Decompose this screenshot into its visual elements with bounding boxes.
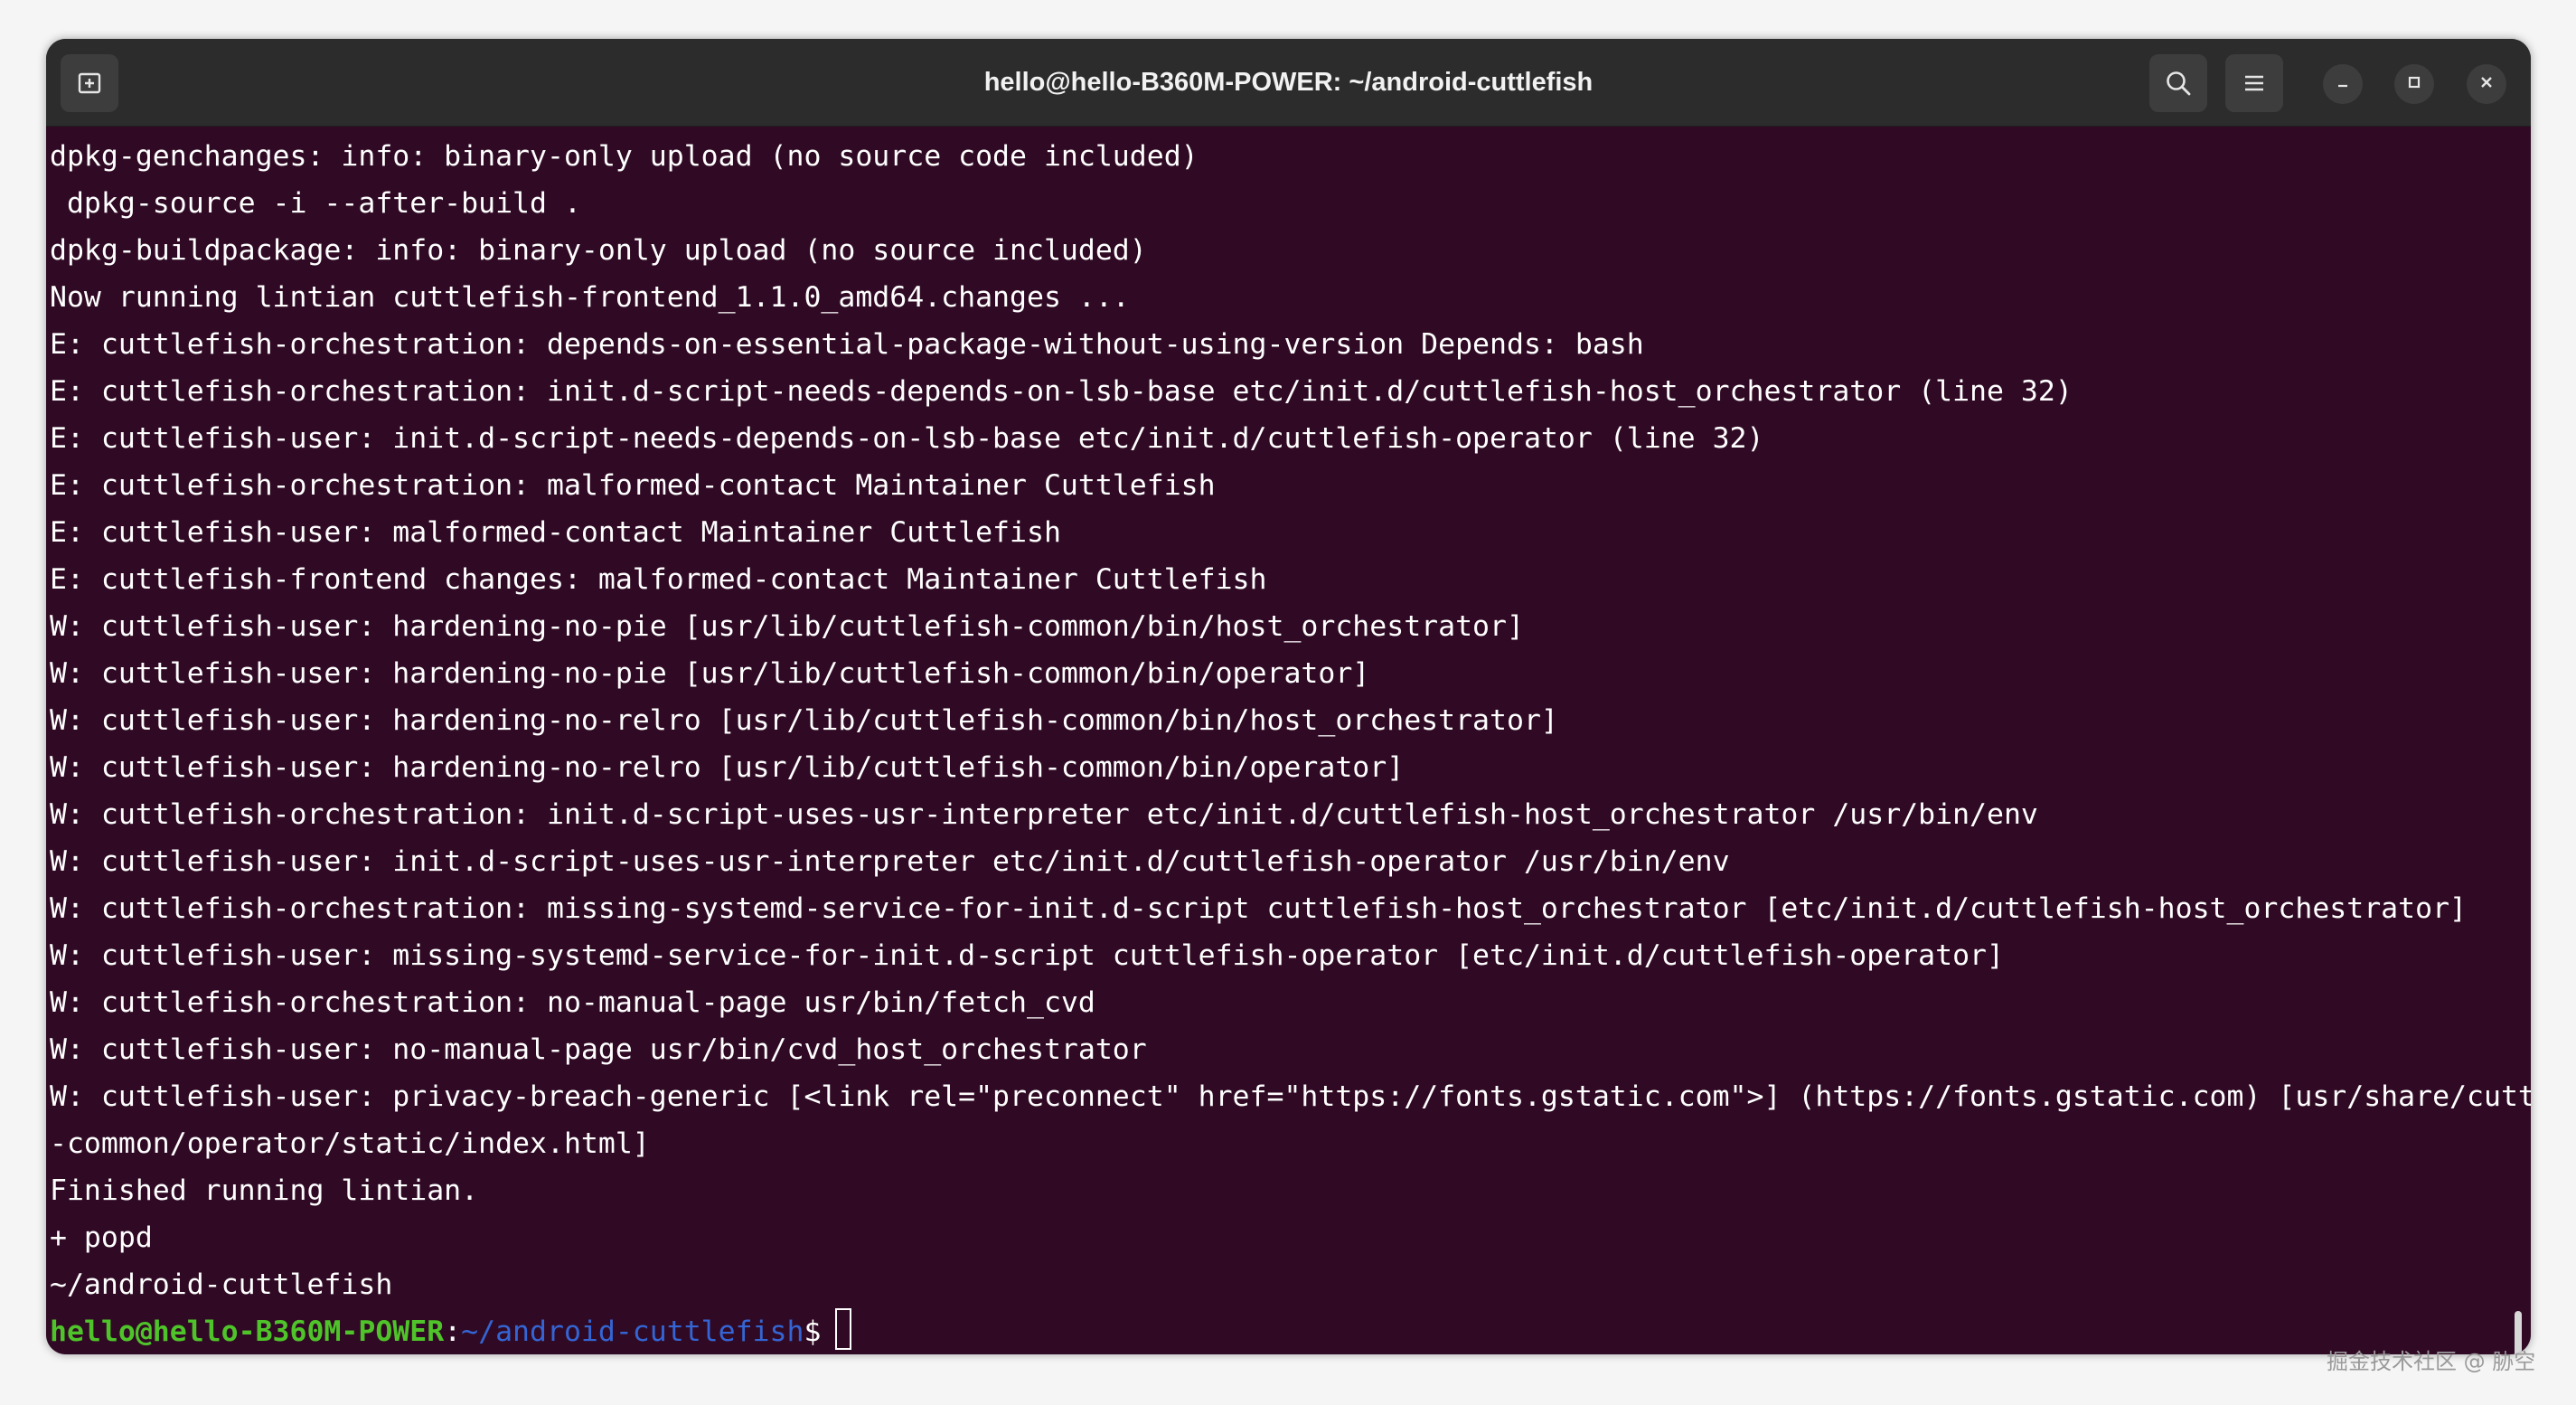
watermark-text: 掘金技术社区 @ 胁空 [2327,1349,2536,1374]
terminal-line: dpkg-genchanges: info: binary-only uploa… [50,140,1199,173]
terminal-line: E: cuttlefish-frontend changes: malforme… [50,563,1267,596]
new-tab-button[interactable] [61,54,118,112]
terminal-line: W: cuttlefish-orchestration: no-manual-p… [50,986,1095,1019]
terminal-lines: dpkg-genchanges: info: binary-only uploa… [50,133,2531,1354]
terminal-line: ~/android-cuttlefish [50,1268,393,1301]
maximize-icon [2405,73,2423,96]
text-cursor [835,1308,852,1350]
search-button[interactable] [2149,54,2207,112]
terminal-line: W: cuttlefish-user: hardening-no-pie [us… [50,657,1370,690]
hamburger-menu-icon [2242,72,2266,94]
terminal-line: W: cuttlefish-user: hardening-no-pie [us… [50,610,1524,643]
prompt-symbol: $ [804,1315,822,1348]
minimize-button[interactable] [2323,64,2363,104]
minimize-icon [2334,73,2352,96]
terminal-output-area[interactable]: dpkg-genchanges: info: binary-only uploa… [46,127,2531,1354]
close-icon [2477,73,2496,96]
terminal-line: W: cuttlefish-user: privacy-breach-gener… [50,1080,2531,1113]
close-button[interactable] [2467,64,2506,104]
terminal-line: E: cuttlefish-user: malformed-contact Ma… [50,516,1061,549]
terminal-line: Finished running lintian. [50,1174,479,1207]
main-menu-button[interactable] [2225,54,2283,112]
terminal-line: E: cuttlefish-orchestration: init.d-scri… [50,375,2073,408]
terminal-line: W: cuttlefish-user: hardening-no-relro [… [50,704,1558,737]
terminal-line: W: cuttlefish-user: hardening-no-relro [… [50,751,1405,784]
terminal-line: Now running lintian cuttlefish-frontend_… [50,281,1130,314]
prompt-path: ~/android-cuttlefish [461,1315,804,1348]
terminal-line: E: cuttlefish-user: init.d-script-needs-… [50,422,1764,455]
new-tab-icon [76,70,103,97]
prompt-colon: : [444,1315,462,1348]
terminal-line: W: cuttlefish-user: init.d-script-uses-u… [50,845,1730,878]
terminal-line: + popd [50,1221,153,1254]
terminal-line: W: cuttlefish-orchestration: missing-sys… [50,892,2468,925]
terminal-line: E: cuttlefish-orchestration: malformed-c… [50,469,1216,502]
terminal-line: -common/operator/static/index.html] [50,1127,650,1160]
terminal-line: dpkg-buildpackage: info: binary-only upl… [50,234,1147,267]
maximize-button[interactable] [2394,64,2434,104]
terminal-line: W: cuttlefish-user: no-manual-page usr/b… [50,1033,1147,1066]
prompt-line[interactable]: hello@hello-B360M-POWER:~/android-cuttle… [50,1308,2513,1354]
desktop-background: hello@hello-B360M-POWER: ~/android-cuttl… [0,0,2576,1405]
titlebar[interactable]: hello@hello-B360M-POWER: ~/android-cuttl… [46,39,2531,127]
terminal-line: E: cuttlefish-orchestration: depends-on-… [50,328,1644,361]
prompt-user-host: hello@hello-B360M-POWER [50,1315,445,1348]
terminal-window: hello@hello-B360M-POWER: ~/android-cuttl… [46,39,2531,1354]
terminal-line: W: cuttlefish-orchestration: init.d-scri… [50,798,2038,831]
terminal-line: W: cuttlefish-user: missing-systemd-serv… [50,939,2004,972]
terminal-line: dpkg-source -i --after-build . [50,187,581,220]
search-icon [2164,69,2193,98]
